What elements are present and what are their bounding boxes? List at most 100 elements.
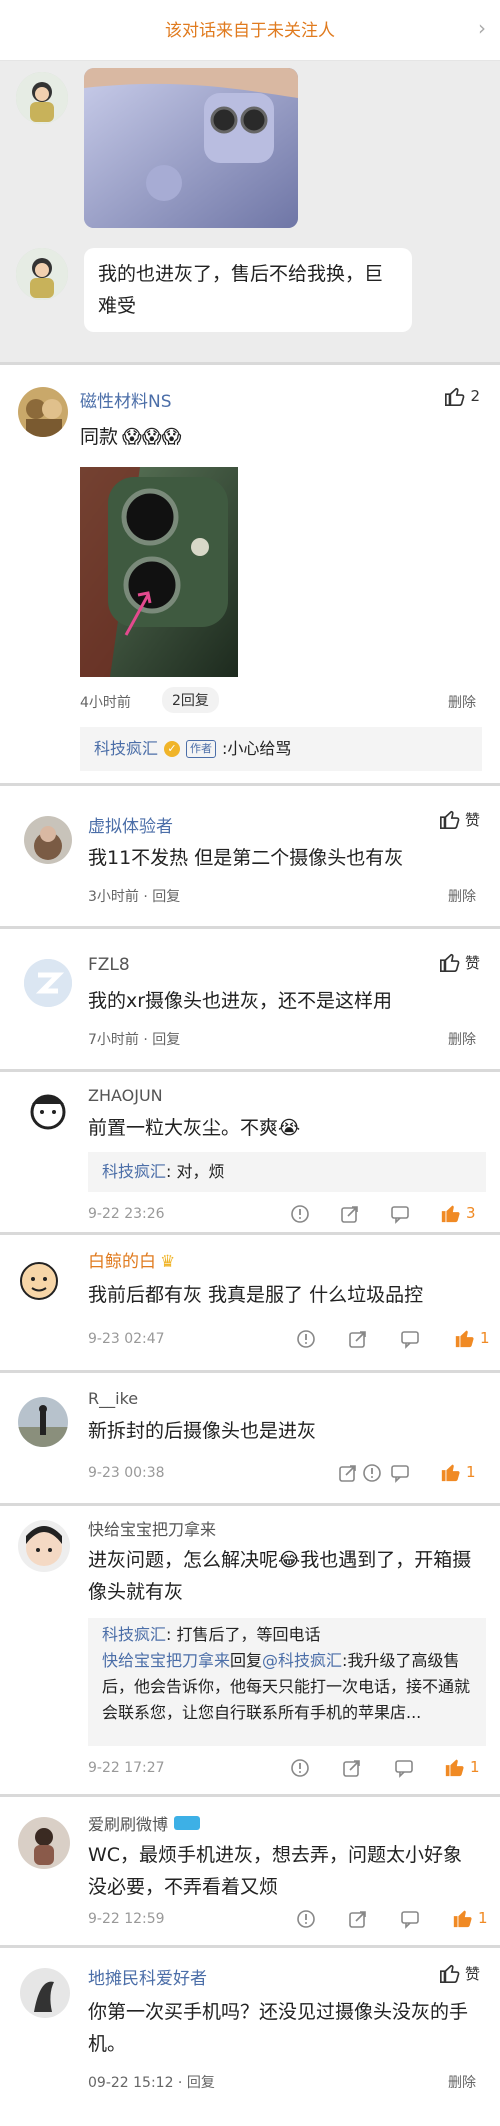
scream-emoji-icon: 😱😱😱 — [122, 426, 182, 448]
avatar[interactable] — [24, 816, 72, 864]
comment-icon[interactable] — [390, 1463, 410, 1483]
quote-username[interactable]: 科技疯汇 — [102, 1162, 166, 1181]
comment-time[interactable]: 7小时前 · 回复 — [88, 1029, 180, 1049]
quote-line: 快给宝宝把刀拿来回复@科技疯汇:我升级了高级售后，他会告诉你，他每天只能打一次电… — [102, 1648, 478, 1726]
verified-badge-icon: ✓ — [164, 741, 181, 757]
avatar[interactable] — [18, 1397, 68, 1447]
comment-time: 9-22 12:59 — [88, 1911, 165, 1927]
comment-time[interactable]: 09-22 15:12 · 回复 — [88, 2072, 215, 2092]
like-count: 1 — [470, 1758, 480, 1776]
username[interactable]: 磁性材料NS — [80, 387, 172, 412]
thumbs-up-icon — [439, 1964, 460, 1983]
delete-button[interactable]: 删除 — [448, 692, 476, 712]
like-button[interactable]: 1 — [444, 1756, 480, 1778]
chat-photo[interactable] — [84, 68, 298, 228]
thumbs-up-icon — [439, 810, 460, 829]
share-icon[interactable] — [348, 1329, 368, 1349]
comment-icon[interactable] — [400, 1329, 420, 1349]
chat-avatar[interactable] — [16, 72, 68, 124]
share-icon[interactable] — [338, 1463, 358, 1483]
replies-button[interactable]: 2回复 — [162, 687, 219, 713]
thumbs-up-filled-icon — [441, 1464, 460, 1482]
report-icon[interactable] — [290, 1758, 310, 1778]
comment-text-main: 前置一粒大灰尘。不爽 — [88, 1117, 279, 1139]
like-button[interactable]: 1 — [440, 1461, 476, 1483]
comment-text: 前置一粒大灰尘。不爽😭 — [88, 1112, 300, 1144]
comment-text-main: 同款 — [80, 426, 119, 448]
username[interactable]: R__ike — [88, 1389, 138, 1408]
quote-text: :小心给骂 — [222, 739, 292, 758]
like-button[interactable]: 1 — [454, 1327, 490, 1349]
comment-card: FZL8 赞 我的xr摄像头也进灰，还不是这样用 7小时前 · 回复 删除 — [0, 929, 500, 1069]
like-button[interactable]: 赞 — [439, 951, 480, 973]
thumbs-up-filled-icon — [453, 1910, 472, 1928]
username-text: 爱刷刷微博 — [88, 1815, 169, 1834]
username[interactable]: 虚拟体验者 — [88, 812, 173, 837]
username[interactable]: 爱刷刷微博 — [88, 1811, 201, 1835]
chat-header-bar[interactable]: 该对话来自于未关注人 › — [0, 0, 500, 61]
report-icon[interactable] — [362, 1463, 382, 1483]
like-button[interactable]: 2 — [444, 385, 480, 407]
chat-avatar[interactable] — [16, 248, 68, 300]
comment-card: R__ike 新拆封的后摄像头也是进灰 9-23 00:38 1 — [0, 1373, 500, 1503]
comment-time: 9-22 23:26 — [88, 1206, 165, 1222]
avatar[interactable] — [18, 1520, 70, 1572]
like-button[interactable]: 3 — [440, 1202, 476, 1224]
vip-badge-icon — [174, 1816, 201, 1830]
quote-mention[interactable]: @科技疯汇 — [262, 1651, 342, 1670]
avatar[interactable] — [24, 959, 72, 1007]
comment-icon[interactable] — [394, 1758, 414, 1778]
avatar[interactable] — [20, 1968, 70, 2018]
comment-text: WC，最烦手机进灰，想去弄，问题太小好象没必要，不弄看着又烦 — [88, 1844, 463, 1898]
quote-username[interactable]: 快给宝宝把刀拿来 — [102, 1651, 230, 1670]
quote-line: 科技疯汇: 打售后了，等回电话 — [102, 1622, 478, 1648]
like-button[interactable]: 赞 — [439, 808, 480, 830]
like-button[interactable]: 1 — [452, 1907, 488, 1929]
comment-icon[interactable] — [390, 1204, 410, 1224]
avatar[interactable] — [18, 1817, 70, 1869]
comment-time[interactable]: 3小时前 · 回复 — [88, 886, 180, 906]
comment-icon[interactable] — [400, 1909, 420, 1929]
share-icon[interactable] — [342, 1758, 362, 1778]
username[interactable]: FZL8 — [88, 955, 130, 975]
comment-text: 同款 😱😱😱 — [80, 421, 181, 453]
comment-text: 进灰问题，怎么解决呢😂我也遇到了，开箱摄像头就有灰 — [88, 1544, 474, 1608]
username[interactable]: 白鲸的白 ♛ — [88, 1247, 175, 1272]
like-count: 1 — [478, 1909, 488, 1927]
report-icon[interactable] — [296, 1909, 316, 1929]
quote-username[interactable]: 科技疯汇 — [94, 736, 158, 762]
like-label: 赞 — [464, 1964, 480, 1983]
chat-message-text: 我的也进灰了，售后不给我换，巨难受 — [98, 263, 384, 317]
quote-text: : 打售后了，等回电话 — [166, 1625, 321, 1644]
chevron-right-icon: › — [478, 16, 486, 40]
report-icon[interactable] — [290, 1204, 310, 1224]
username[interactable]: 快给宝宝把刀拿来 — [88, 1516, 216, 1540]
comment-card: 快给宝宝把刀拿来 进灰问题，怎么解决呢😂我也遇到了，开箱摄像头就有灰 科技疯汇:… — [0, 1506, 500, 1794]
delete-button[interactable]: 删除 — [448, 1029, 476, 1049]
avatar[interactable] — [18, 387, 68, 437]
avatar[interactable] — [14, 1255, 64, 1305]
comment-time: 9-23 02:47 — [88, 1331, 165, 1347]
avatar[interactable] — [24, 1086, 72, 1134]
comment-text: 新拆封的后摄像头也是进灰 — [88, 1420, 317, 1442]
comment-card: 磁性材料NS 2 同款 😱😱😱 4小时前 2回复 删除 科技疯汇 ✓ 作者 :小心… — [0, 365, 500, 783]
like-label: 赞 — [464, 810, 480, 829]
like-button[interactable]: 赞 — [439, 1962, 480, 1984]
share-icon[interactable] — [348, 1909, 368, 1929]
report-icon[interactable] — [296, 1329, 316, 1349]
chat-message-bubble[interactable]: 我的也进灰了，售后不给我换，巨难受 — [84, 248, 412, 332]
quote-username[interactable]: 科技疯汇 — [102, 1625, 166, 1644]
crown-badge-icon: ♛ — [160, 1252, 176, 1272]
like-count: 1 — [480, 1329, 490, 1347]
reply-quote: 科技疯汇: 对，烦 — [88, 1152, 486, 1192]
comment-photo[interactable] — [80, 467, 238, 677]
comment-card: 白鲸的白 ♛ 我前后都有灰 我真是服了 什么垃圾品控 9-23 02:47 1 — [0, 1235, 500, 1370]
username[interactable]: 地摊民科爱好者 — [88, 1964, 207, 1989]
username-text: 白鲸的白 — [88, 1252, 156, 1272]
username[interactable]: ZHAOJUN — [88, 1086, 163, 1105]
delete-button[interactable]: 删除 — [448, 2072, 476, 2092]
share-icon[interactable] — [340, 1204, 360, 1224]
quote-text: : 对，烦 — [166, 1162, 225, 1181]
delete-button[interactable]: 删除 — [448, 886, 476, 906]
chat-header-text: 该对话来自于未关注人 — [165, 21, 335, 41]
